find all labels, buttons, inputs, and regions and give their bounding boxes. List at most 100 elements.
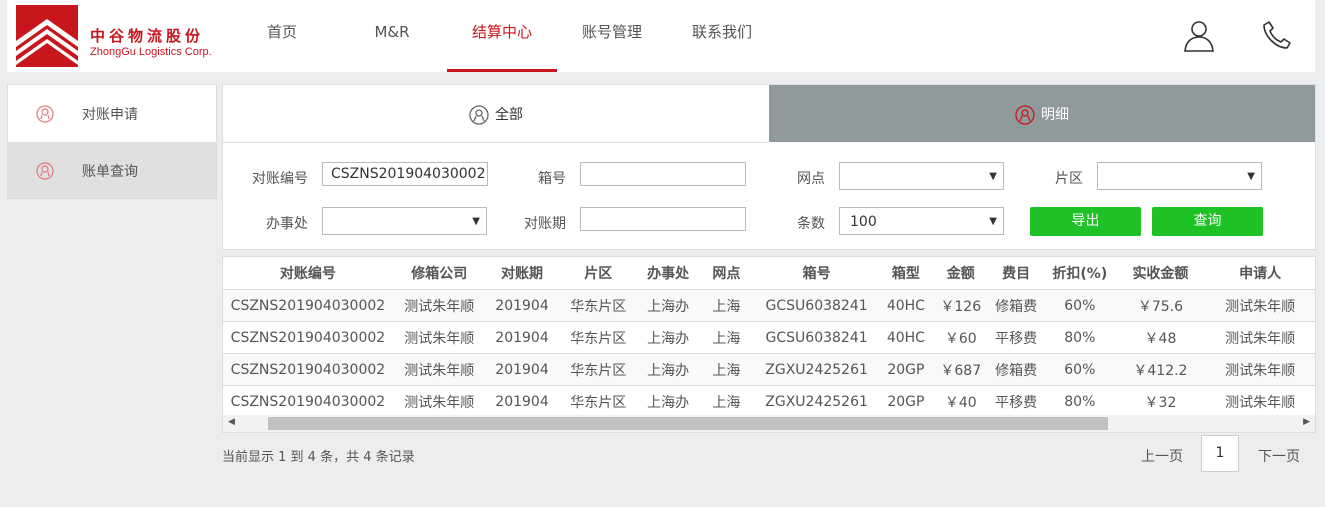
nav-settlement-center[interactable]: 结算中心 [447,0,557,72]
table-cell: 201904 [485,385,559,417]
table-cell: ￥60 [933,321,989,354]
table-cell: 平移费 [988,385,1045,417]
table-cell: 修箱费 [988,353,1045,386]
top-navbar: 中谷物流股份 ZhongGu Logistics Corp. 首页 M&R 结算… [7,0,1315,72]
company-logo[interactable]: 中谷物流股份 ZhongGu Logistics Corp. [16,5,227,67]
outlet-select[interactable]: ▼ [839,162,1004,190]
sidebar-item-label: 对账申请 [82,107,138,123]
table-cell: 40HC [878,289,934,322]
nav-settlement-center-label: 结算中心 [471,23,532,41]
area-select[interactable]: ▼ [1097,162,1262,190]
table-cell: 测试朱年顺 [1205,353,1315,386]
table-cell: CSZNS201904030002 [223,385,393,417]
office-label: 办事处 [266,216,308,232]
table-cell: 上海 [697,353,755,386]
table-cell: 华东片区 [558,353,639,386]
table-row[interactable]: CSZNS201904030002 测试朱年顺 201904 华东片区 上海办 上海 ZGX… [223,385,1315,417]
table-header-row: 对账编号 修箱公司 对账期 片区 办事处 网点 箱号 箱型 金额 费目 折扣(%) 实收金额 申请人 [223,257,1315,290]
table-cell: 修箱费 [988,289,1045,322]
column-header: 申请人 [1205,257,1315,290]
box-no-label: 箱号 [538,171,566,187]
scroll-left-icon[interactable]: ◀ [228,417,235,427]
next-page-button[interactable]: 下一页 [1258,446,1300,466]
sidebar-item-reconciliation-apply[interactable]: 对账申请 [8,85,216,141]
count-label: 条数 [797,216,825,232]
table-cell: ￥32 [1115,385,1206,417]
table-cell: ￥48 [1115,321,1206,354]
sidebar-item-bill-query[interactable]: 账单查询 [8,142,216,198]
table-cell: 平移费 [988,321,1045,354]
person-icon [1015,105,1035,125]
table-row[interactable]: CSZNS201904030002 测试朱年顺 201904 华东片区 上海办 上海 GCS… [223,289,1315,322]
prev-page-button[interactable]: 上一页 [1141,446,1183,466]
caret-down-icon: ▼ [472,216,480,227]
column-header: 办事处 [638,257,698,290]
phone-icon[interactable] [1260,18,1294,52]
nav-m-and-r[interactable]: M&R [354,0,430,72]
table-cell: GCSU6038241 [754,321,879,354]
table-row[interactable]: CSZNS201904030002 测试朱年顺 201904 华东片区 上海办 上海 ZGX… [223,353,1315,386]
query-button[interactable]: 查询 [1152,207,1263,236]
horizontal-scrollbar[interactable]: ◀ ▶ [223,415,1315,432]
current-page-button[interactable]: 1 [1201,435,1239,472]
outlet-label: 网点 [797,171,825,187]
caret-down-icon: ▼ [1247,171,1255,182]
column-header: 折扣(%) [1044,257,1116,290]
table-cell: 上海办 [638,353,698,386]
tab-divider [223,142,769,143]
table-cell: CSZNS201904030002 [223,353,393,386]
table-cell: 201904 [485,289,559,322]
table-cell: CSZNS201904030002 [223,321,393,354]
table-cell: GCSU6038241 [754,289,879,322]
table-cell: 60% [1044,289,1116,322]
caret-down-icon: ▼ [989,171,997,182]
table-cell: 测试朱年顺 [1205,289,1315,322]
table-body: CSZNS201904030002 测试朱年顺 201904 华东片区 上海办 上海 GCS… [223,289,1315,417]
table-cell: ￥687 [933,353,989,386]
table-cell: 华东片区 [558,321,639,354]
table-cell: 60% [1044,353,1116,386]
table-cell: 测试朱年顺 [392,385,486,417]
nav-active-underline [447,69,557,72]
tab-all[interactable]: 全部 [223,85,769,142]
column-header: 金额 [933,257,989,290]
filter-panel: 全部 明细 对账编号 CSZNS201904030002 箱号 网点 ▼ 片区 … [222,84,1316,250]
tab-detail-label: 明细 [1041,107,1069,123]
nav-account-management[interactable]: 账号管理 [572,0,652,72]
table-cell: 测试朱年顺 [392,353,486,386]
scroll-right-icon[interactable]: ▶ [1303,417,1310,427]
logo-mark-icon [16,5,78,67]
table-cell: 测试朱年顺 [392,321,486,354]
table-cell: 40HC [878,321,934,354]
tab-detail[interactable]: 明细 [769,85,1315,142]
table-cell: 201904 [485,353,559,386]
column-header: 箱型 [878,257,934,290]
nav-contact-us[interactable]: 联系我们 [682,0,762,72]
export-button[interactable]: 导出 [1030,207,1141,236]
table-row[interactable]: CSZNS201904030002 测试朱年顺 201904 华东片区 上海办 上海 GCS… [223,321,1315,354]
user-icon[interactable] [1182,18,1216,52]
scrollbar-thumb[interactable] [268,417,1108,430]
tab-all-label: 全部 [495,107,523,123]
column-header: 箱号 [754,257,879,290]
column-header: 对账编号 [223,257,393,290]
table-cell: ZGXU2425261 [754,353,879,386]
table-cell: 测试朱年顺 [392,289,486,322]
table-cell: 上海 [697,321,755,354]
table-cell: 20GP [878,385,934,417]
table-cell: 上海办 [638,385,698,417]
recon-no-input[interactable]: CSZNS201904030002 [322,162,488,186]
table-cell: 上海 [697,385,755,417]
period-label: 对账期 [524,216,566,232]
period-input[interactable] [580,207,746,231]
office-select[interactable]: ▼ [322,207,487,235]
table-cell: ￥412.2 [1115,353,1206,386]
pagination-summary: 当前显示 1 到 4 条，共 4 条记录 [222,450,415,465]
column-header: 对账期 [485,257,559,290]
column-header: 网点 [697,257,755,290]
nav-home[interactable]: 首页 [244,0,320,72]
box-no-input[interactable] [580,162,746,186]
table-cell: 上海办 [638,289,698,322]
count-select[interactable]: 100 ▼ [839,207,1004,235]
detail-table: 对账编号 修箱公司 对账期 片区 办事处 网点 箱号 箱型 金额 费目 折扣(%) 实收金额 申请人 C… [222,256,1316,433]
